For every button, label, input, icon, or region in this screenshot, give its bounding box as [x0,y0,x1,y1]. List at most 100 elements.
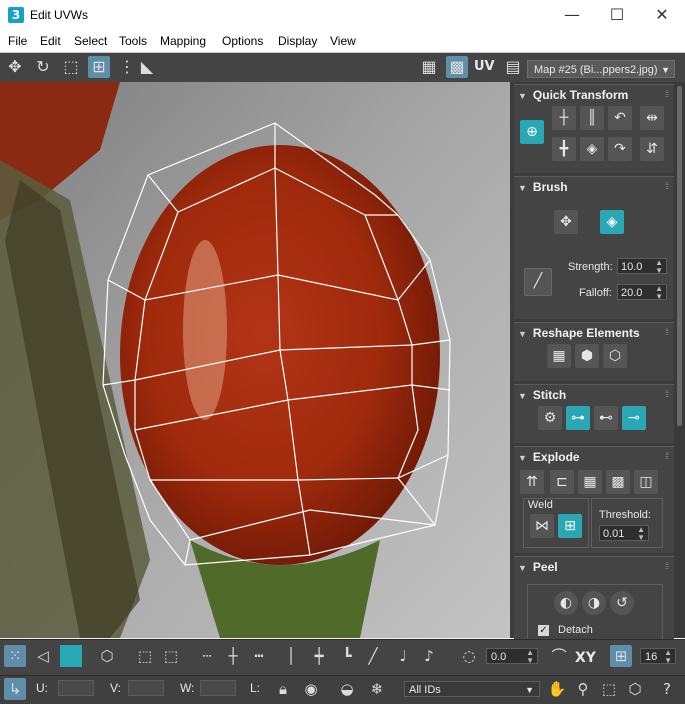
explode-header[interactable]: ▼ Explode [514,447,674,467]
show-icon[interactable]: ◉ [300,678,322,700]
menu-mapping[interactable]: Mapping [160,34,206,48]
flatten-icon[interactable]: ▦ [578,470,602,494]
rotate-cw-icon[interactable]: ↷ [608,137,632,161]
align-selection-icon[interactable]: ┿ [308,645,330,667]
stitch-average-icon[interactable]: ⊷ [594,406,618,430]
rotate-angle-icon[interactable]: ◌ [458,645,480,667]
mirror-icon[interactable]: ⋮ [116,56,138,78]
pan-icon[interactable]: ✋ [546,678,568,700]
flip-vertical-icon[interactable]: ⇵ [640,137,664,161]
u-field[interactable] [58,680,94,696]
paint-select-icon[interactable]: ╱ [362,645,384,667]
grid-size-field[interactable]: 16 ▲ ▼ [640,648,676,665]
brush-curve-icon[interactable]: ╱ [524,268,552,296]
freeform-icon[interactable]: ⊞ [88,56,110,78]
menu-view[interactable]: View [330,34,356,48]
space-vertical-icon[interactable]: ║ [580,106,604,130]
straighten-icon[interactable]: ▦ [547,344,571,368]
close-button[interactable]: ✕ [639,0,685,30]
zoom-region-icon[interactable]: ⬚ [598,678,620,700]
space-horizontal-icon[interactable]: ◈ [580,137,604,161]
paint-move-icon[interactable]: ✥ [554,210,578,234]
uv-viewport[interactable] [0,82,510,638]
falloff-spinner[interactable]: 20.0 ▲ ▼ [617,284,667,301]
detach-edge-icon[interactable]: ⊏ [550,470,574,494]
rotate-angle-field[interactable]: 0.0 ▲ ▼ [486,648,538,665]
checker-active-icon[interactable]: ▩ [446,56,468,78]
peel-header[interactable]: ▼ Peel [514,557,674,577]
edge-loop-icon[interactable]: ┅ [248,645,270,667]
loop-icon[interactable]: ┄ [196,645,218,667]
break-icon[interactable]: ⇈ [520,470,544,494]
checker-icon[interactable]: ▦ [418,56,440,78]
zoom-icon[interactable]: ⚲ [572,678,594,700]
panel-scroll-thumb[interactable] [677,86,682,426]
stitch-title: Stitch [532,388,567,402]
unwrap-icon[interactable]: ⬡ [603,344,627,368]
pin-alt-icon[interactable]: ♪ [418,645,440,667]
hide-icon[interactable]: ◒ [336,678,358,700]
menu-edit[interactable]: Edit [40,34,61,48]
element-mode-icon[interactable]: ⬡ [96,645,118,667]
uv-mesh-canvas[interactable] [0,82,510,638]
grid-snap-icon[interactable]: ⊞ [610,645,632,667]
flatten-by-smoothing-icon[interactable]: ▩ [606,470,630,494]
snap-edge-icon[interactable]: ┗ [336,645,358,667]
ids-dropdown[interactable]: All IDs ▼ [404,681,540,697]
help-icon[interactable]: ? [656,678,678,700]
peel-mode-icon[interactable]: ◑ [582,591,606,615]
freeze-icon[interactable]: ❄ [366,678,388,700]
shrink-selection-icon[interactable]: ⬚ [160,645,182,667]
curve-icon[interactable]: ⌒ [548,645,570,667]
strength-spinner[interactable]: 10.0 ▲ ▼ [617,258,667,275]
vertex-mode-icon[interactable]: ⁙ [4,645,26,667]
align-vertical-icon[interactable]: ╋ [552,137,576,161]
quick-peel-icon[interactable]: ◐ [554,591,578,615]
move-icon[interactable]: ✥ [4,56,26,78]
rotate-icon[interactable]: ↻ [32,56,54,78]
edge-mode-icon[interactable]: ◁ [32,645,54,667]
stitch-target-icon[interactable]: ⊶ [566,406,590,430]
maximize-button[interactable]: ☐ [594,0,640,30]
relax-icon[interactable]: ⬢ [575,344,599,368]
ring-icon[interactable]: ┼ [222,645,244,667]
zoom-extents-icon[interactable]: ⬡ [624,678,646,700]
reshape-header[interactable]: ▼ Reshape Elements [514,323,674,343]
w-field[interactable] [200,680,236,696]
menu-display[interactable]: Display [278,34,317,48]
align-center-icon[interactable]: ⊕ [520,120,544,144]
transform-mode-icon[interactable]: ↳ [4,678,26,700]
minimize-button[interactable]: — [549,0,595,30]
ids-dropdown-value: All IDs [409,684,441,696]
scale-icon[interactable]: ⬚ [60,56,82,78]
relax-brush-icon[interactable]: ◈ [600,210,624,234]
map-settings-icon[interactable]: ▤ [502,56,524,78]
threshold-spinner[interactable]: 0.01 ▲ ▼ [599,525,649,542]
v-field[interactable] [128,680,164,696]
flip-icon[interactable]: ◣ [136,56,158,78]
xy-toggle[interactable]: XY [575,650,596,666]
weld-target-icon[interactable]: ⊞ [558,514,582,538]
stitch-custom-icon[interactable]: ⚙ [538,406,562,430]
uv-label[interactable]: UV [474,59,495,74]
flatten-by-material-icon[interactable]: ◫ [634,470,658,494]
quick-transform-header[interactable]: ▼ Quick Transform [514,85,674,105]
lock-icon[interactable]: 🔒︎ [272,678,294,700]
pin-icon[interactable]: ♩ [392,645,414,667]
map-dropdown[interactable]: Map #25 (Bi...ppers2.jpg) ▼ [527,60,675,78]
stitch-header[interactable]: ▼ Stitch [514,385,674,405]
rotate-ccw-icon[interactable]: ↶ [608,106,632,130]
detach-checkbox[interactable]: ✓ [538,625,549,636]
weld-selected-icon[interactable]: ⋈ [530,514,554,538]
menu-options[interactable]: Options [222,34,263,48]
menu-tools[interactable]: Tools [119,34,147,48]
align-horizontal-icon[interactable]: ┼ [552,106,576,130]
grow-selection-icon[interactable]: ⬚ [134,645,156,667]
menu-file[interactable]: File [8,34,27,48]
polygon-mode-icon[interactable] [60,645,82,667]
brush-header[interactable]: ▼ Brush [514,177,674,197]
stitch-source-icon[interactable]: ⊸ [622,406,646,430]
flip-horizontal-icon[interactable]: ⇹ [640,106,664,130]
menu-select[interactable]: Select [74,34,107,48]
reset-peel-icon[interactable]: ↺ [610,591,634,615]
